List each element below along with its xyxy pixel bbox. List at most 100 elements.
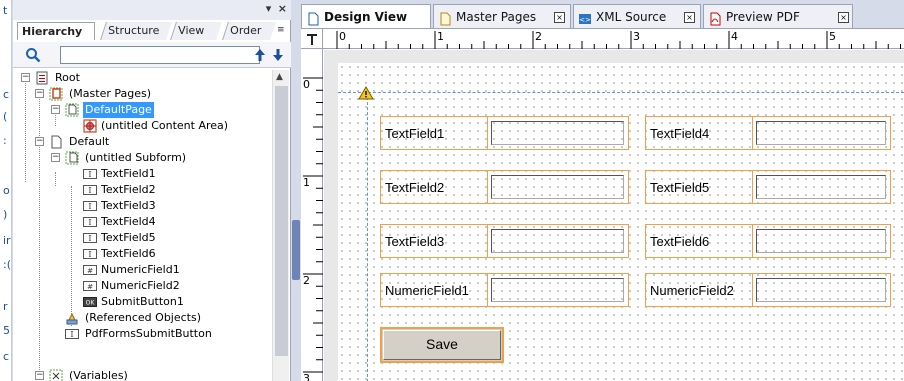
pdf-icon: [708, 10, 722, 26]
scroll-up-icon[interactable]: ▲: [276, 72, 283, 82]
collapse-icon[interactable]: −: [35, 137, 44, 146]
field-input-box[interactable]: [756, 175, 886, 199]
field-divider: [487, 274, 488, 306]
tab-label: Design View: [324, 10, 408, 24]
search-icon[interactable]: [25, 47, 41, 63]
horizontal-ruler[interactable]: 0 1 2 3 4 5: [323, 29, 904, 49]
tree-scrollbar[interactable]: ▲: [272, 70, 289, 381]
svg-text:I: I: [70, 330, 73, 339]
text-field-icon: I: [65, 327, 79, 341]
tab-xml-source[interactable]: <> XML Source ×: [573, 4, 701, 28]
arrow-up-icon[interactable]: [253, 47, 267, 63]
subform-icon: [65, 151, 79, 165]
panel-title-bar: ▾ ×: [13, 0, 291, 20]
tree-node-label: NumericField2: [101, 279, 180, 292]
tree-connector: [25, 78, 26, 182]
text-field-3[interactable]: TextField3: [380, 224, 629, 258]
vertical-ruler[interactable]: 0 1 2 3: [301, 49, 323, 381]
text-field-icon: I: [83, 199, 97, 213]
field-caption: TextField5: [650, 180, 710, 195]
field-caption: NumericField1: [385, 283, 469, 298]
close-icon[interactable]: ×: [554, 12, 565, 23]
left-cutoff-char: 5: [3, 324, 10, 337]
text-field-4[interactable]: TextField4: [645, 116, 891, 150]
search-input[interactable]: [60, 46, 260, 64]
panel-close-icon[interactable]: ×: [278, 2, 287, 15]
field-input-box[interactable]: [756, 278, 886, 302]
content-area-icon: [83, 119, 97, 133]
text-field-1[interactable]: TextField1: [380, 116, 629, 150]
button-icon: OK: [83, 295, 97, 309]
panel-overflow-icon[interactable]: ≡: [277, 25, 285, 35]
tab-label: Preview PDF: [726, 10, 800, 24]
left-cutoff-panel: t c ( : o ) ir :( r 5 c: [0, 0, 12, 381]
field-input-box[interactable]: [756, 121, 886, 145]
page-icon: [306, 10, 320, 26]
tab-preview-pdf[interactable]: Preview PDF ×: [703, 4, 853, 28]
svg-text:I: I: [88, 170, 91, 179]
splitter-grip[interactable]: [292, 220, 300, 280]
ruler-corner[interactable]: [301, 29, 323, 49]
ruler-label: 4: [731, 30, 738, 43]
hierarchy-panel: ▾ × Hierarchy× Structure View Order ≡: [13, 0, 291, 381]
left-cutoff-char: :: [3, 134, 7, 147]
tab-master-pages[interactable]: Master Pages ×: [433, 4, 571, 28]
field-caption: TextField2: [385, 180, 445, 195]
left-cutoff-char: ): [3, 208, 8, 221]
tree-connector: [55, 172, 56, 186]
svg-text:#: #: [87, 267, 93, 275]
svg-text:I: I: [88, 186, 91, 195]
field-divider: [487, 225, 488, 257]
tab-label: View: [178, 24, 205, 37]
field-input-box[interactable]: [491, 229, 624, 253]
field-input-box[interactable]: [491, 175, 624, 199]
text-field-5[interactable]: TextField5: [645, 170, 891, 204]
close-icon[interactable]: ×: [684, 12, 695, 23]
field-divider: [752, 117, 753, 149]
collapse-icon[interactable]: −: [21, 73, 30, 82]
tab-structure[interactable]: Structure: [100, 22, 172, 40]
tab-design-view[interactable]: Design View: [301, 4, 431, 30]
left-cutoff-char: c: [3, 350, 10, 363]
save-button[interactable]: Save: [380, 327, 504, 363]
text-field-6[interactable]: TextField6: [645, 224, 891, 258]
text-field-2[interactable]: TextField2: [380, 170, 629, 204]
arrow-down-icon[interactable]: [271, 47, 285, 63]
numeric-field-1[interactable]: NumericField1: [380, 273, 629, 307]
form-page[interactable]: TextField1 TextField4 TextField2 TextFie: [338, 63, 904, 381]
ruler-label: 0: [303, 78, 310, 91]
panel-splitter[interactable]: [291, 0, 301, 381]
scrollbar-thumb[interactable]: [275, 86, 288, 356]
tab-view[interactable]: View: [170, 22, 222, 40]
field-input-box[interactable]: [491, 278, 624, 302]
close-icon[interactable]: ×: [838, 12, 849, 23]
panel-tabs: Hierarchy× Structure View Order ≡: [13, 22, 291, 54]
numeric-field-2[interactable]: NumericField2: [645, 273, 891, 307]
tab-label: Master Pages: [456, 10, 537, 24]
tree-node-label: (untitled Subform): [85, 151, 187, 164]
tab-hierarchy[interactable]: Hierarchy×: [17, 22, 95, 54]
tab-order[interactable]: Order: [222, 22, 276, 40]
ruler-label: 1: [303, 176, 310, 189]
text-field-icon: I: [83, 183, 97, 197]
panel-menu-icon[interactable]: ▾: [266, 2, 272, 15]
ruler-label: 3: [633, 30, 640, 43]
page-icon: [49, 135, 63, 149]
ruler-label: 3: [303, 372, 310, 381]
left-cutoff-char: r: [3, 300, 8, 313]
warning-icon[interactable]: [358, 86, 374, 103]
search-row: [13, 42, 291, 68]
collapse-icon[interactable]: −: [51, 105, 60, 114]
svg-text:I: I: [88, 218, 91, 227]
collapse-icon[interactable]: −: [51, 153, 60, 162]
field-divider: [752, 274, 753, 306]
svg-text:OK: OK: [86, 300, 96, 307]
collapse-icon[interactable]: −: [35, 371, 44, 380]
page-icon: [65, 103, 79, 117]
field-input-box[interactable]: [491, 121, 624, 145]
field-input-box[interactable]: [756, 229, 886, 253]
collapse-icon[interactable]: −: [35, 89, 44, 98]
design-canvas[interactable]: TextField1 TextField4 TextField2 TextFie: [324, 50, 904, 381]
tab-label: Order: [230, 24, 262, 37]
root-icon: [35, 71, 49, 85]
